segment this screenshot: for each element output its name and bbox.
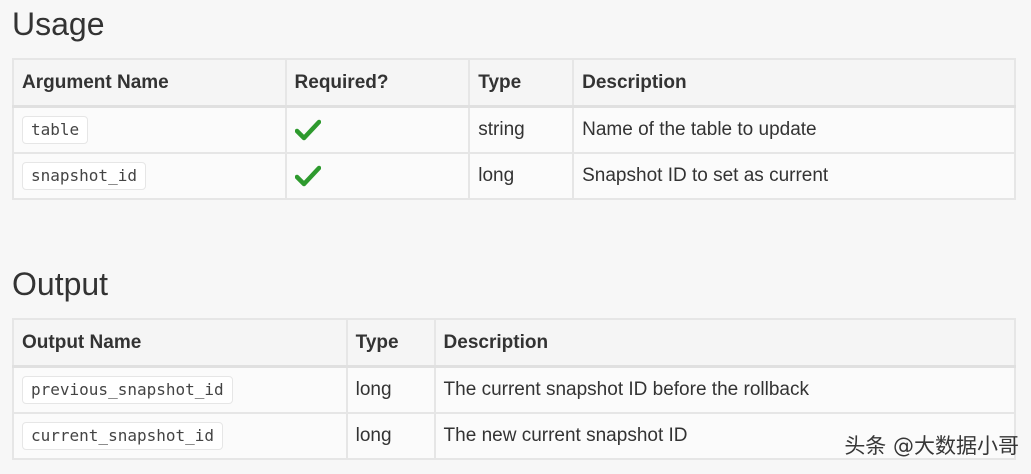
watermark: 头条 @大数据小哥 [844,434,1019,458]
type-cell: long [345,412,436,460]
description-cell: The current snapshot ID before the rollb… [433,365,1017,414]
argument-name-code: table [22,116,89,144]
table-row: snapshot_id long Snapshot ID to set as c… [12,152,1016,200]
column-header-output-name: Output Name [12,318,348,368]
table-header-row: Argument Name Required? Type Description [12,58,1016,108]
type-cell: string [468,105,575,154]
output-heading: Output [12,266,109,302]
column-header-type: Type [468,58,575,108]
checkmark-icon [294,119,321,141]
type-cell: long [468,152,575,200]
usage-table: Argument Name Required? Type Description… [12,58,1016,200]
output-name-cell: current_snapshot_id [12,412,348,460]
table-row: table string Name of the table to update [12,105,1016,154]
output-name-code: previous_snapshot_id [22,376,233,404]
output-name-cell: previous_snapshot_id [12,365,348,414]
checkmark-icon [294,165,321,187]
column-header-argument-name: Argument Name [12,58,287,108]
argument-name-cell: snapshot_id [12,152,287,200]
column-header-required: Required? [284,58,471,108]
required-cell [284,105,471,154]
required-cell [284,152,471,200]
usage-heading: Usage [12,6,105,42]
argument-name-cell: table [12,105,287,154]
table-header-row: Output Name Type Description [12,318,1017,368]
table-row: previous_snapshot_id long The current sn… [12,365,1017,414]
column-header-type: Type [345,318,436,368]
argument-name-code: snapshot_id [22,162,146,190]
type-cell: long [345,365,436,414]
description-cell: Snapshot ID to set as current [572,152,1016,200]
description-cell: Name of the table to update [572,105,1016,154]
column-header-description: Description [572,58,1016,108]
column-header-description: Description [433,318,1017,368]
output-name-code: current_snapshot_id [22,422,224,450]
